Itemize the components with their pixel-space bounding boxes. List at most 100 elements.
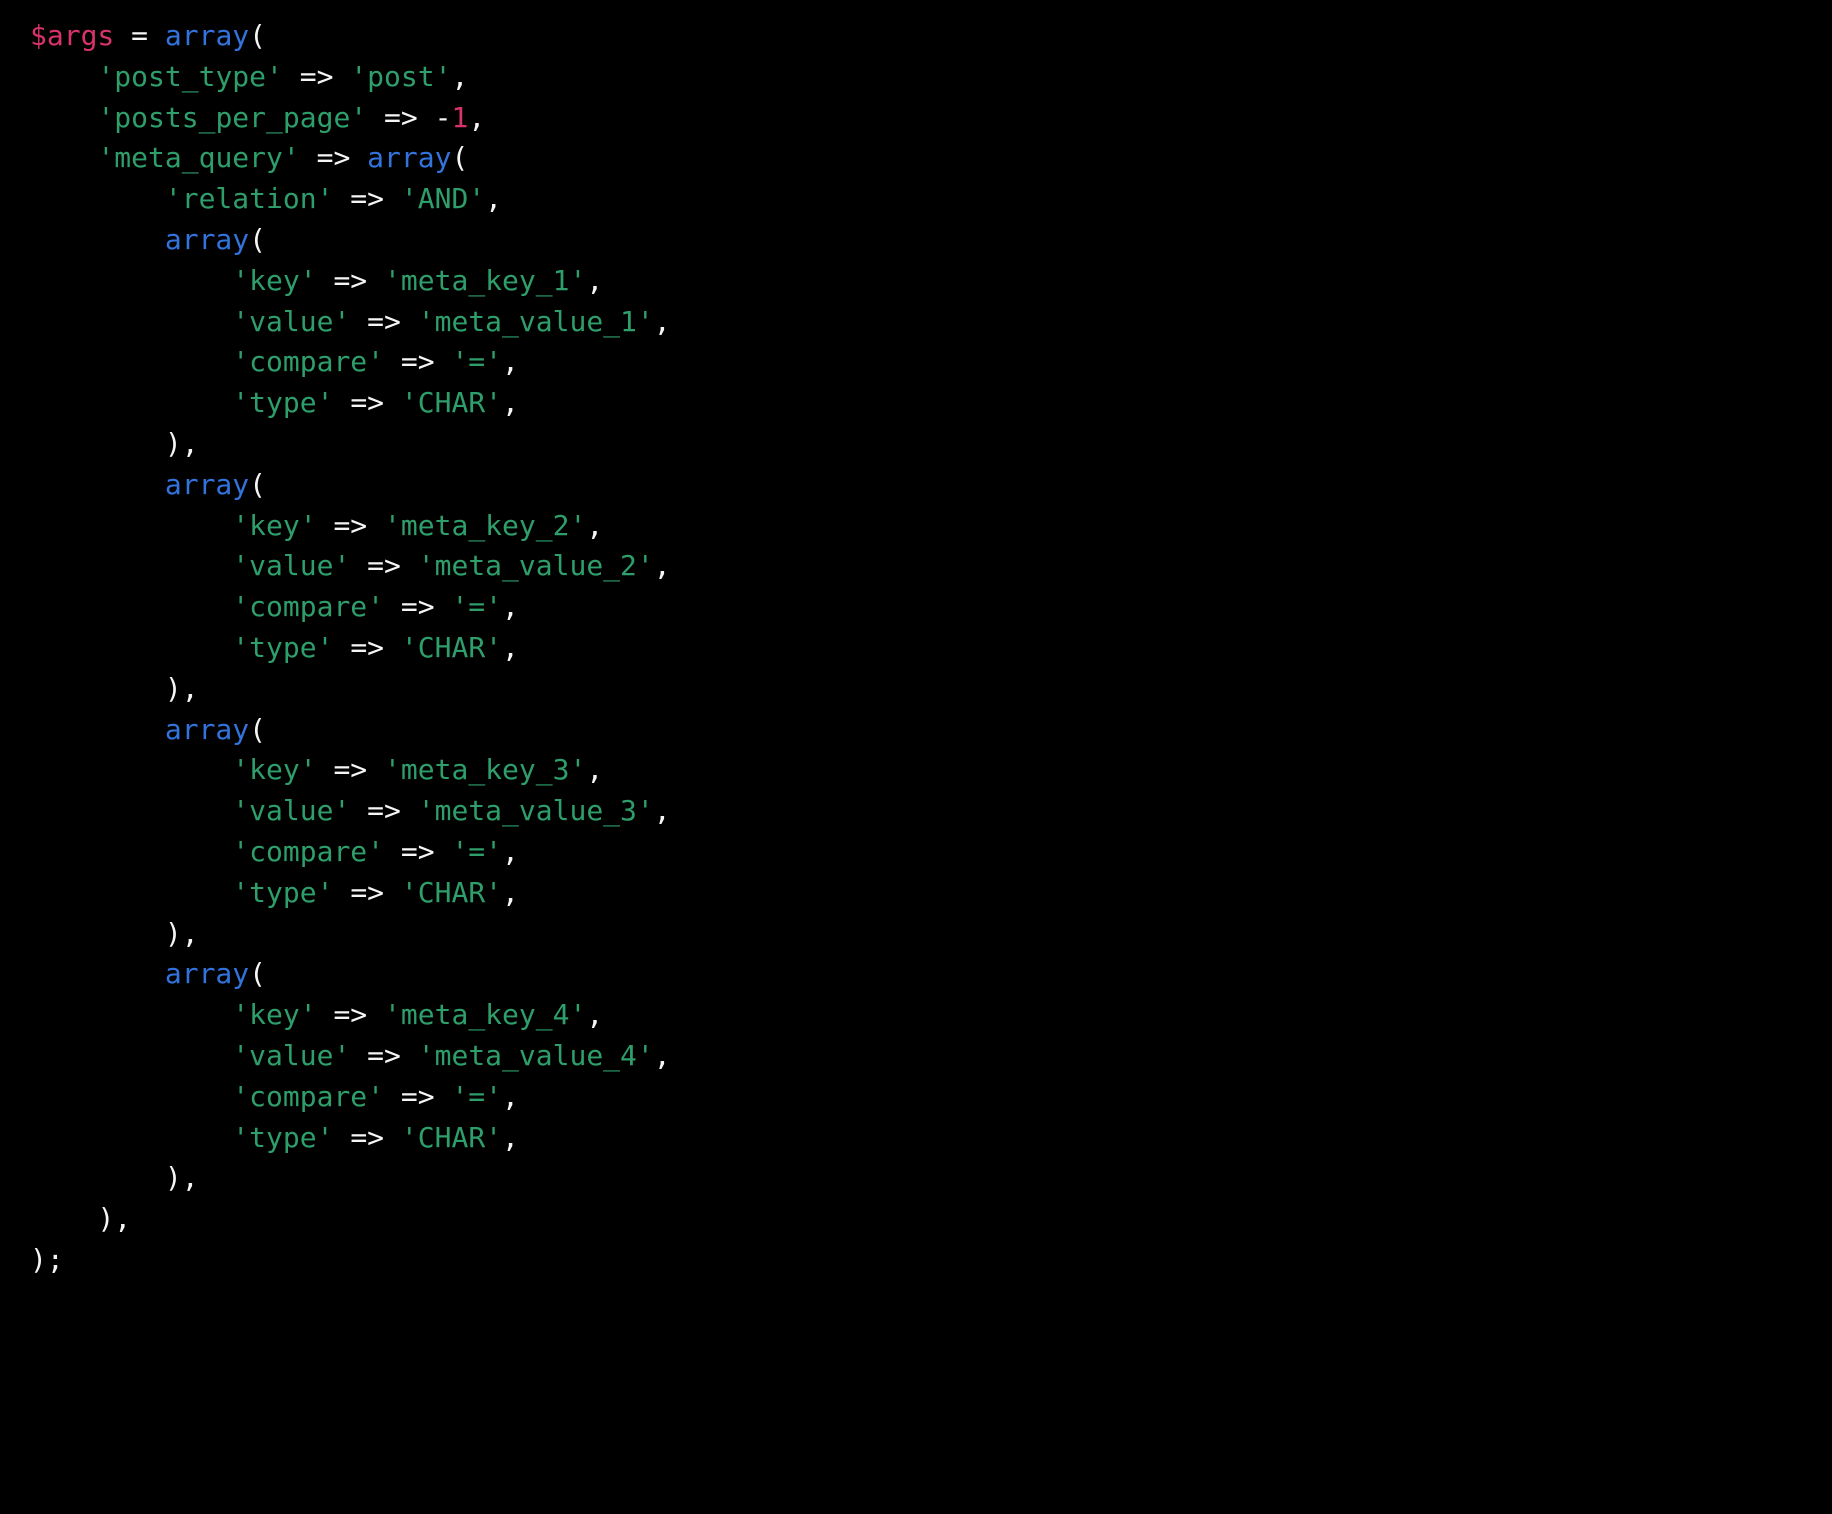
code-token-punc: , — [502, 630, 519, 664]
code-token-str: 'compare' — [232, 1079, 385, 1113]
code-token-punc: , — [653, 304, 671, 338]
code-line: ), — [0, 1199, 1832, 1240]
code-token-punc: , — [653, 794, 671, 828]
code-token-op: => — [333, 998, 368, 1032]
code-line: ), — [0, 669, 1832, 710]
code-token-op: => — [400, 345, 435, 379]
code-line: 'type' => 'CHAR', — [0, 383, 1832, 424]
code-token-kw: array — [367, 141, 452, 175]
code-token-kw: array — [164, 222, 250, 256]
code-token-op: => — [350, 630, 385, 664]
code-token-op: => — [367, 794, 401, 828]
code-line: 'value' => 'meta_value_2', — [0, 546, 1832, 587]
code-token-kw: array — [164, 19, 250, 52]
code-token-str: 'meta_query' — [97, 141, 300, 175]
code-line: ); — [0, 1240, 1832, 1281]
code-token-punc: ( — [451, 141, 469, 175]
code-token-str: 'CHAR' — [400, 630, 503, 664]
code-token-op: => — [350, 1120, 385, 1154]
code-token-op: => — [367, 304, 401, 338]
code-token-op: => — [400, 1079, 435, 1113]
code-line: 'meta_query' => array( — [0, 138, 1832, 179]
code-token-op: = — [131, 19, 149, 52]
code-line: 'posts_per_page' => -1, — [0, 98, 1832, 139]
code-token-str: 'type' — [232, 1120, 334, 1154]
code-token-str: 'meta_key_1' — [384, 263, 587, 297]
code-token-punc: ( — [249, 19, 267, 52]
code-token-punc: ), — [164, 426, 199, 460]
code-token-str: 'meta_value_2' — [417, 549, 654, 583]
code-line: array( — [0, 465, 1832, 506]
code-token-str: 'meta_value_3' — [417, 794, 654, 828]
code-line: array( — [0, 710, 1832, 751]
code-token-op: => — [367, 1038, 401, 1072]
code-token-str: 'key' — [232, 508, 317, 542]
code-line: 'relation' => 'AND', — [0, 179, 1832, 220]
code-token-str: 'type' — [232, 386, 334, 420]
code-token-punc: , — [653, 549, 671, 583]
code-token-punc: , — [586, 263, 604, 297]
code-token-punc: , — [586, 508, 604, 542]
code-token-str: 'CHAR' — [400, 875, 503, 909]
code-token-op: => — [350, 875, 385, 909]
code-line: 'type' => 'CHAR', — [0, 628, 1832, 669]
code-token-op: => — [333, 263, 368, 297]
code-token-op: => — [400, 834, 435, 868]
code-line: 'value' => 'meta_value_1', — [0, 302, 1832, 343]
code-token-punc: , — [586, 753, 604, 787]
code-line: 'post_type' => 'post', — [0, 57, 1832, 98]
code-listing[interactable]: $args = array( 'post_type' => 'post', 'p… — [0, 16, 1832, 1281]
code-token-punc: , — [502, 1120, 519, 1154]
code-token-kw: array — [164, 467, 250, 501]
code-line: 'type' => 'CHAR', — [0, 1118, 1832, 1159]
code-token-str: 'post' — [350, 59, 452, 93]
code-line: ), — [0, 914, 1832, 955]
code-token-op: => — [333, 753, 368, 787]
code-token-str: 'value' — [232, 1038, 351, 1072]
code-token-str: 'value' — [232, 549, 351, 583]
code-editor-surface: $args = array( 'post_type' => 'post', 'p… — [0, 0, 1832, 1514]
code-token-str: 'value' — [232, 794, 351, 828]
code-line: 'key' => 'meta_key_2', — [0, 506, 1832, 547]
code-token-str: 'compare' — [232, 834, 385, 868]
code-token-punc: ); — [30, 1242, 64, 1276]
code-token-str: 'type' — [232, 875, 334, 909]
code-line: 'compare' => '=', — [0, 1077, 1832, 1118]
code-token-punc: , — [468, 100, 486, 134]
code-token-op: => — [333, 508, 368, 542]
code-token-punc: , — [485, 182, 503, 216]
